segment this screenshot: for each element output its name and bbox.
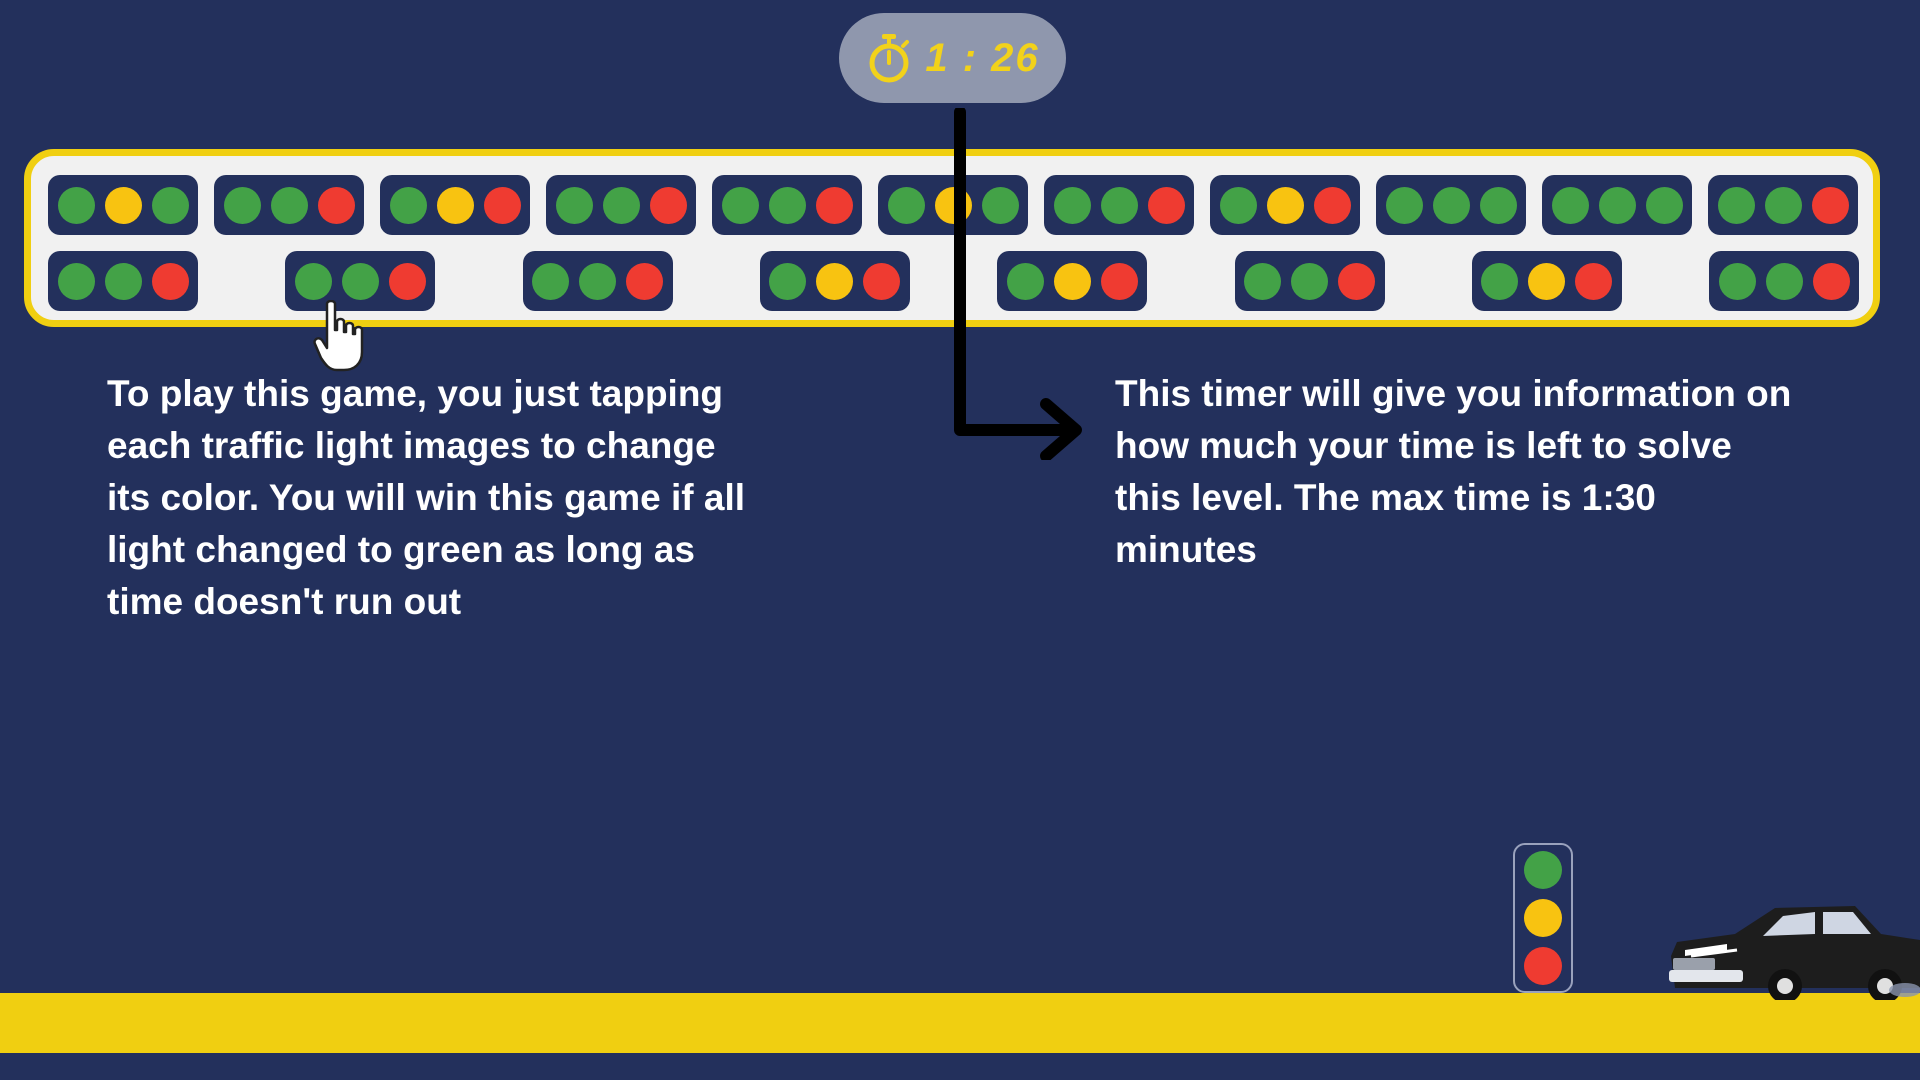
green-lamp xyxy=(1479,186,1517,224)
traffic-light-r1-9[interactable] xyxy=(1376,175,1526,235)
red-lamp xyxy=(1147,186,1185,224)
green-lamp xyxy=(1645,186,1683,224)
green-lamp xyxy=(579,262,617,300)
traffic-light-r1-8[interactable] xyxy=(1210,175,1360,235)
green-lamp xyxy=(1291,262,1328,300)
green-lamp xyxy=(1244,262,1281,300)
green-lamp xyxy=(57,262,95,300)
green-lamp xyxy=(57,186,95,224)
green-lamp xyxy=(768,186,806,224)
side-traffic-light xyxy=(1513,843,1573,993)
yellow-lamp xyxy=(1528,262,1566,300)
side-green-lamp xyxy=(1524,851,1562,889)
green-lamp xyxy=(555,186,593,224)
traffic-light-r2-7[interactable] xyxy=(1471,251,1622,311)
yellow-lamp xyxy=(816,262,854,300)
green-lamp xyxy=(1432,186,1470,224)
green-lamp xyxy=(721,186,759,224)
yellow-lamp xyxy=(436,186,474,224)
green-lamp xyxy=(389,186,427,224)
red-lamp xyxy=(863,262,901,300)
green-lamp xyxy=(223,186,261,224)
red-lamp xyxy=(1812,262,1850,300)
green-lamp xyxy=(270,186,308,224)
green-lamp xyxy=(1551,186,1589,224)
green-lamp xyxy=(602,186,640,224)
stopwatch-icon xyxy=(869,34,910,83)
traffic-light-r1-10[interactable] xyxy=(1542,175,1692,235)
red-lamp xyxy=(1575,262,1613,300)
timer-text: 1 : 26 xyxy=(925,35,1040,80)
traffic-light-r2-3[interactable] xyxy=(522,251,673,311)
traffic-light-r2-4[interactable] xyxy=(759,251,910,311)
traffic-light-r2-8[interactable] xyxy=(1709,251,1860,311)
car-icon xyxy=(1669,906,1920,1000)
traffic-light-r2-6[interactable] xyxy=(1234,251,1385,311)
side-red-lamp xyxy=(1524,947,1562,985)
instruction-text-right: This timer will give you information on … xyxy=(1115,373,1792,570)
red-lamp xyxy=(626,262,664,300)
green-lamp xyxy=(294,262,332,300)
green-lamp xyxy=(1385,186,1423,224)
red-lamp xyxy=(151,262,189,300)
red-lamp xyxy=(1313,186,1351,224)
green-lamp xyxy=(1764,186,1802,224)
yellow-lamp xyxy=(1266,186,1304,224)
red-lamp xyxy=(483,186,521,224)
green-lamp xyxy=(151,186,189,224)
instruction-text-left: To play this game, you just tapping each… xyxy=(107,373,746,622)
red-lamp xyxy=(815,186,853,224)
red-lamp xyxy=(649,186,687,224)
green-lamp xyxy=(1598,186,1636,224)
green-lamp xyxy=(1100,186,1138,224)
hand-cursor-icon xyxy=(313,300,364,372)
traffic-light-r1-11[interactable] xyxy=(1708,175,1858,235)
traffic-light-r1-2[interactable] xyxy=(214,175,364,235)
traffic-light-r2-1[interactable] xyxy=(48,251,198,311)
green-lamp xyxy=(1718,262,1756,300)
green-lamp xyxy=(769,262,807,300)
traffic-light-r1-4[interactable] xyxy=(546,175,696,235)
green-lamp xyxy=(1219,186,1257,224)
traffic-light-r1-5[interactable] xyxy=(712,175,862,235)
red-lamp xyxy=(1100,262,1138,300)
red-lamp xyxy=(388,262,426,300)
red-lamp xyxy=(1338,262,1375,300)
green-lamp xyxy=(341,262,379,300)
red-lamp xyxy=(317,186,355,224)
yellow-lamp xyxy=(104,186,142,224)
green-lamp xyxy=(1717,186,1755,224)
green-lamp xyxy=(104,262,142,300)
pointer-arrow xyxy=(954,108,1082,460)
timer-badge: 1 : 26 xyxy=(839,13,1066,103)
traffic-light-r1-3[interactable] xyxy=(380,175,530,235)
green-lamp xyxy=(1481,262,1519,300)
road xyxy=(0,993,1920,1053)
side-yellow-lamp xyxy=(1524,899,1562,937)
green-lamp xyxy=(532,262,570,300)
green-lamp xyxy=(1765,262,1803,300)
green-lamp xyxy=(887,186,925,224)
red-lamp xyxy=(1811,186,1849,224)
traffic-light-r1-1[interactable] xyxy=(48,175,198,235)
